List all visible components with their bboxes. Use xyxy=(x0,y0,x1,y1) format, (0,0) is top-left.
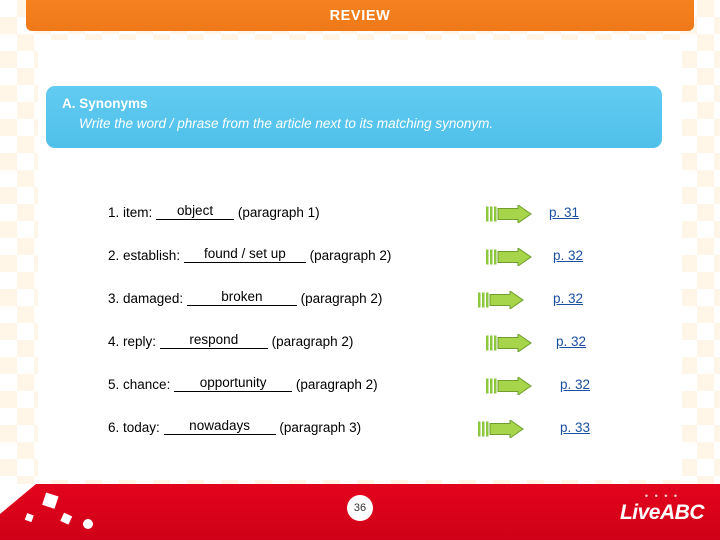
page-reference-link[interactable]: p. 32 xyxy=(560,377,590,392)
right-arrow-icon xyxy=(486,377,532,395)
page-footer: 36 • • • • LiveABC xyxy=(0,484,720,540)
page-reference-link[interactable]: p. 32 xyxy=(553,291,583,306)
page-reference-link[interactable]: p. 33 xyxy=(560,420,590,435)
instruction-panel: A. Synonyms Write the word / phrase from… xyxy=(46,86,662,148)
answer-text: object xyxy=(177,203,214,218)
paragraph-ref: (paragraph 3) xyxy=(279,420,362,435)
logo-text: LiveABC xyxy=(619,501,705,524)
logo-dots: • • • • xyxy=(644,491,680,501)
list-item: 6. today: nowadays (paragraph 3) p. 33 xyxy=(0,411,720,454)
list-item: 5. chance: opportunity (paragraph 2) p. … xyxy=(0,368,720,411)
section-heading: A. Synonyms xyxy=(62,96,148,111)
page-reference-link[interactable]: p. 32 xyxy=(556,334,586,349)
answer-blank[interactable]: respond xyxy=(159,332,268,349)
answer-blank[interactable]: object xyxy=(156,203,235,220)
list-item: 3. damaged: broken (paragraph 2) p. 32 xyxy=(0,282,720,325)
page-reference-link[interactable]: p. 31 xyxy=(549,205,579,220)
question-prompt: reply: xyxy=(123,334,157,349)
paragraph-ref: (paragraph 2) xyxy=(300,291,383,306)
page-number-badge: 36 xyxy=(347,495,373,521)
page-reference-link[interactable]: p. 32 xyxy=(553,248,583,263)
right-arrow-icon xyxy=(486,334,532,352)
paragraph-ref: (paragraph 2) xyxy=(309,248,392,263)
question-number: 1. xyxy=(108,205,120,220)
question-number: 5. xyxy=(108,377,120,392)
question-prompt: damaged: xyxy=(123,291,184,306)
right-arrow-icon xyxy=(486,205,532,223)
right-arrow-icon xyxy=(478,420,524,438)
list-item: 4. reply: respond (paragraph 2) p. 32 xyxy=(0,325,720,368)
answer-text: opportunity xyxy=(199,375,267,390)
answer-blank[interactable]: nowadays xyxy=(163,418,276,435)
answer-text: respond xyxy=(189,332,239,347)
page-header-banner: REVIEW xyxy=(26,0,694,31)
right-arrow-icon xyxy=(486,248,532,266)
question-number: 4. xyxy=(108,334,120,349)
answer-text: found / set up xyxy=(203,246,286,261)
section-instruction: Write the word / phrase from the article… xyxy=(79,116,494,131)
page-title: REVIEW xyxy=(329,7,391,24)
question-list: 1. item: object (paragraph 1) p. 31 2. e… xyxy=(0,196,720,454)
answer-blank[interactable]: broken xyxy=(186,289,297,306)
answer-blank[interactable]: found / set up xyxy=(183,246,306,263)
paragraph-ref: (paragraph 2) xyxy=(271,334,354,349)
question-prompt: item: xyxy=(123,205,153,220)
footer-decoration xyxy=(0,484,93,529)
question-number: 3. xyxy=(108,291,120,306)
question-number: 6. xyxy=(108,420,120,435)
list-item: 2. establish: found / set up (paragraph … xyxy=(0,239,720,282)
answer-blank[interactable]: opportunity xyxy=(174,375,293,392)
question-prompt: today: xyxy=(123,420,160,435)
question-prompt: establish: xyxy=(123,248,181,263)
paragraph-ref: (paragraph 2) xyxy=(295,377,378,392)
question-prompt: chance: xyxy=(123,377,171,392)
answer-text: broken xyxy=(221,289,263,304)
answer-text: nowadays xyxy=(189,418,250,433)
paragraph-ref: (paragraph 1) xyxy=(237,205,320,220)
list-item: 1. item: object (paragraph 1) p. 31 xyxy=(0,196,720,239)
question-number: 2. xyxy=(108,248,120,263)
brand-logo: • • • • LiveABC xyxy=(619,491,705,525)
right-arrow-icon xyxy=(478,291,524,309)
